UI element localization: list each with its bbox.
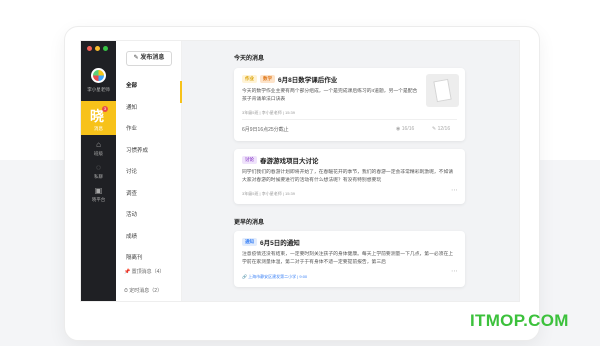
chat-icon: ◌ — [96, 163, 101, 172]
edit-icon: ✎ — [432, 126, 437, 132]
icon-rail: 李小星老师 晓 3 消息 ⌂ 班级 ◌ 私聊 ▣ 晓平台 — [81, 41, 116, 301]
card-body: 今天的数学作业主要有两个部分组成，一个是完成课后练习的4道题，另一个是配合孩子背… — [242, 89, 418, 102]
card-title-row: 作业 数学 6月8日数学课后作业 — [242, 74, 337, 84]
app-window: 李小星老师 晓 3 消息 ⌂ 班级 ◌ 私聊 ▣ 晓平台 ✎ 发布消息 全部 通… — [80, 40, 520, 302]
card-title: 6月5日的通知 — [260, 240, 300, 247]
done-count: 12/16 — [437, 126, 451, 132]
more-options-icon[interactable]: ⋯ — [451, 267, 458, 275]
category-item-all[interactable]: 全部 — [116, 81, 182, 103]
category-item-activity[interactable]: 活动 — [116, 210, 182, 232]
card-body: 同学们我们的春游计划即将开始了，在春暖花开的季节，我们的春游一定会非常精彩刺激呢… — [242, 170, 454, 183]
card-title-row: 通知 6月5日的通知 — [242, 237, 300, 247]
home-icon: ⌂ — [96, 140, 101, 149]
message-card-notice[interactable]: 通知 6月5日的通知 注意疫情还没有结束，一定要时刻关注孩子的身体健康。每天上学前… — [234, 231, 465, 287]
tag-discussion: 讨论 — [242, 156, 257, 164]
document-icon — [433, 78, 452, 103]
minimize-window-dot[interactable] — [95, 46, 100, 51]
section-heading-today: 今天的消息 — [234, 56, 265, 62]
card-deadline: 6月9日16点25分截止 — [242, 127, 289, 133]
maximize-window-dot[interactable] — [103, 46, 108, 51]
tag-notice: 通知 — [242, 238, 257, 246]
unread-badge: 3 — [102, 106, 108, 112]
section-heading-earlier: 更早的消息 — [234, 220, 265, 226]
category-sidebar: ✎ 发布消息 全部 通知 作业 习惯养成 讨论 调查 活动 成绩 隔离刊 📌 置… — [116, 41, 182, 301]
completion-stat: ✎ 12/16 — [432, 126, 450, 132]
scheduled-messages-link[interactable]: ⏱ 定时消息（2） — [124, 287, 162, 294]
category-item-habit[interactable]: 习惯养成 — [116, 146, 182, 168]
more-options-icon[interactable]: ⋯ — [451, 186, 458, 194]
card-body: 注意疫情还没有结束，一定要时刻关注孩子的身体健康。每天上学前要测量一下几点，第一… — [242, 252, 454, 265]
pinned-label: 置顶消息（4） — [131, 269, 165, 275]
close-window-dot[interactable] — [87, 46, 92, 51]
school-link-text: 上海市静安区建发第二小学 | 9:00 — [248, 274, 308, 279]
tag-homework: 作业 — [242, 75, 257, 83]
card-meta: 3年级5班 | 李小星老师 | 15:39 — [242, 191, 295, 196]
tag-subject: 数学 — [260, 75, 275, 83]
category-item-discussion[interactable]: 讨论 — [116, 167, 182, 189]
rail-item-label: 私聊 — [94, 174, 103, 179]
eye-icon: ◉ — [396, 126, 401, 132]
rail-item-class[interactable]: ⌂ 班级 — [81, 140, 116, 157]
pinned-messages-link[interactable]: 📌 置顶消息（4） — [124, 268, 164, 275]
publish-label: 发布消息 — [140, 55, 165, 61]
message-card-discussion[interactable]: 讨论 春游游戏项目大讨论 同学们我们的春游计划即将开始了，在春暖花开的季节，我们的… — [234, 149, 465, 204]
rail-item-private-chat[interactable]: ◌ 私聊 — [81, 163, 116, 180]
account-name: 李小星老师 — [87, 87, 110, 92]
rail-item-messages[interactable]: 晓 3 消息 — [81, 101, 116, 135]
views-stat: ◉ 16/16 — [396, 126, 414, 132]
category-item-grades[interactable]: 成绩 — [116, 232, 182, 254]
watermark-logo: ITMOP.COM — [470, 311, 569, 330]
scheduled-label: 定时消息（2） — [129, 288, 163, 294]
rail-item-platform[interactable]: ▣ 晓平台 — [81, 186, 116, 203]
category-list: 全部 通知 作业 习惯养成 讨论 调查 活动 成绩 隔离刊 — [116, 81, 182, 275]
rail-item-label: 班级 — [94, 151, 103, 156]
rail-item-label: 消息 — [94, 126, 103, 131]
window-controls — [87, 46, 108, 51]
toolbox-icon: ▣ — [94, 186, 103, 195]
school-link[interactable]: 🔗 上海市静安区建发第二小学 | 9:00 — [242, 274, 307, 280]
category-item-homework[interactable]: 作业 — [116, 124, 182, 146]
message-card-homework[interactable]: 作业 数学 6月8日数学课后作业 今天的数学作业主要有两个部分组成，一个是完成课后练… — [234, 68, 465, 141]
publish-message-button[interactable]: ✎ 发布消息 — [126, 51, 172, 66]
homework-thumbnail[interactable] — [426, 74, 459, 107]
avatar[interactable] — [91, 68, 106, 83]
card-divider — [242, 119, 457, 120]
category-item-notice[interactable]: 通知 — [116, 103, 182, 125]
card-meta: 3年级5班 | 李小星老师 | 15:39 — [242, 110, 295, 115]
card-title: 春游游戏项目大讨论 — [260, 158, 319, 165]
category-item-survey[interactable]: 调查 — [116, 189, 182, 211]
views-count: 16/16 — [401, 126, 415, 132]
rail-item-label: 晓平台 — [91, 197, 106, 202]
attachment-icon: 🔗 — [242, 274, 247, 279]
card-title-row: 讨论 春游游戏项目大讨论 — [242, 155, 319, 165]
card-title: 6月8日数学课后作业 — [278, 77, 338, 84]
